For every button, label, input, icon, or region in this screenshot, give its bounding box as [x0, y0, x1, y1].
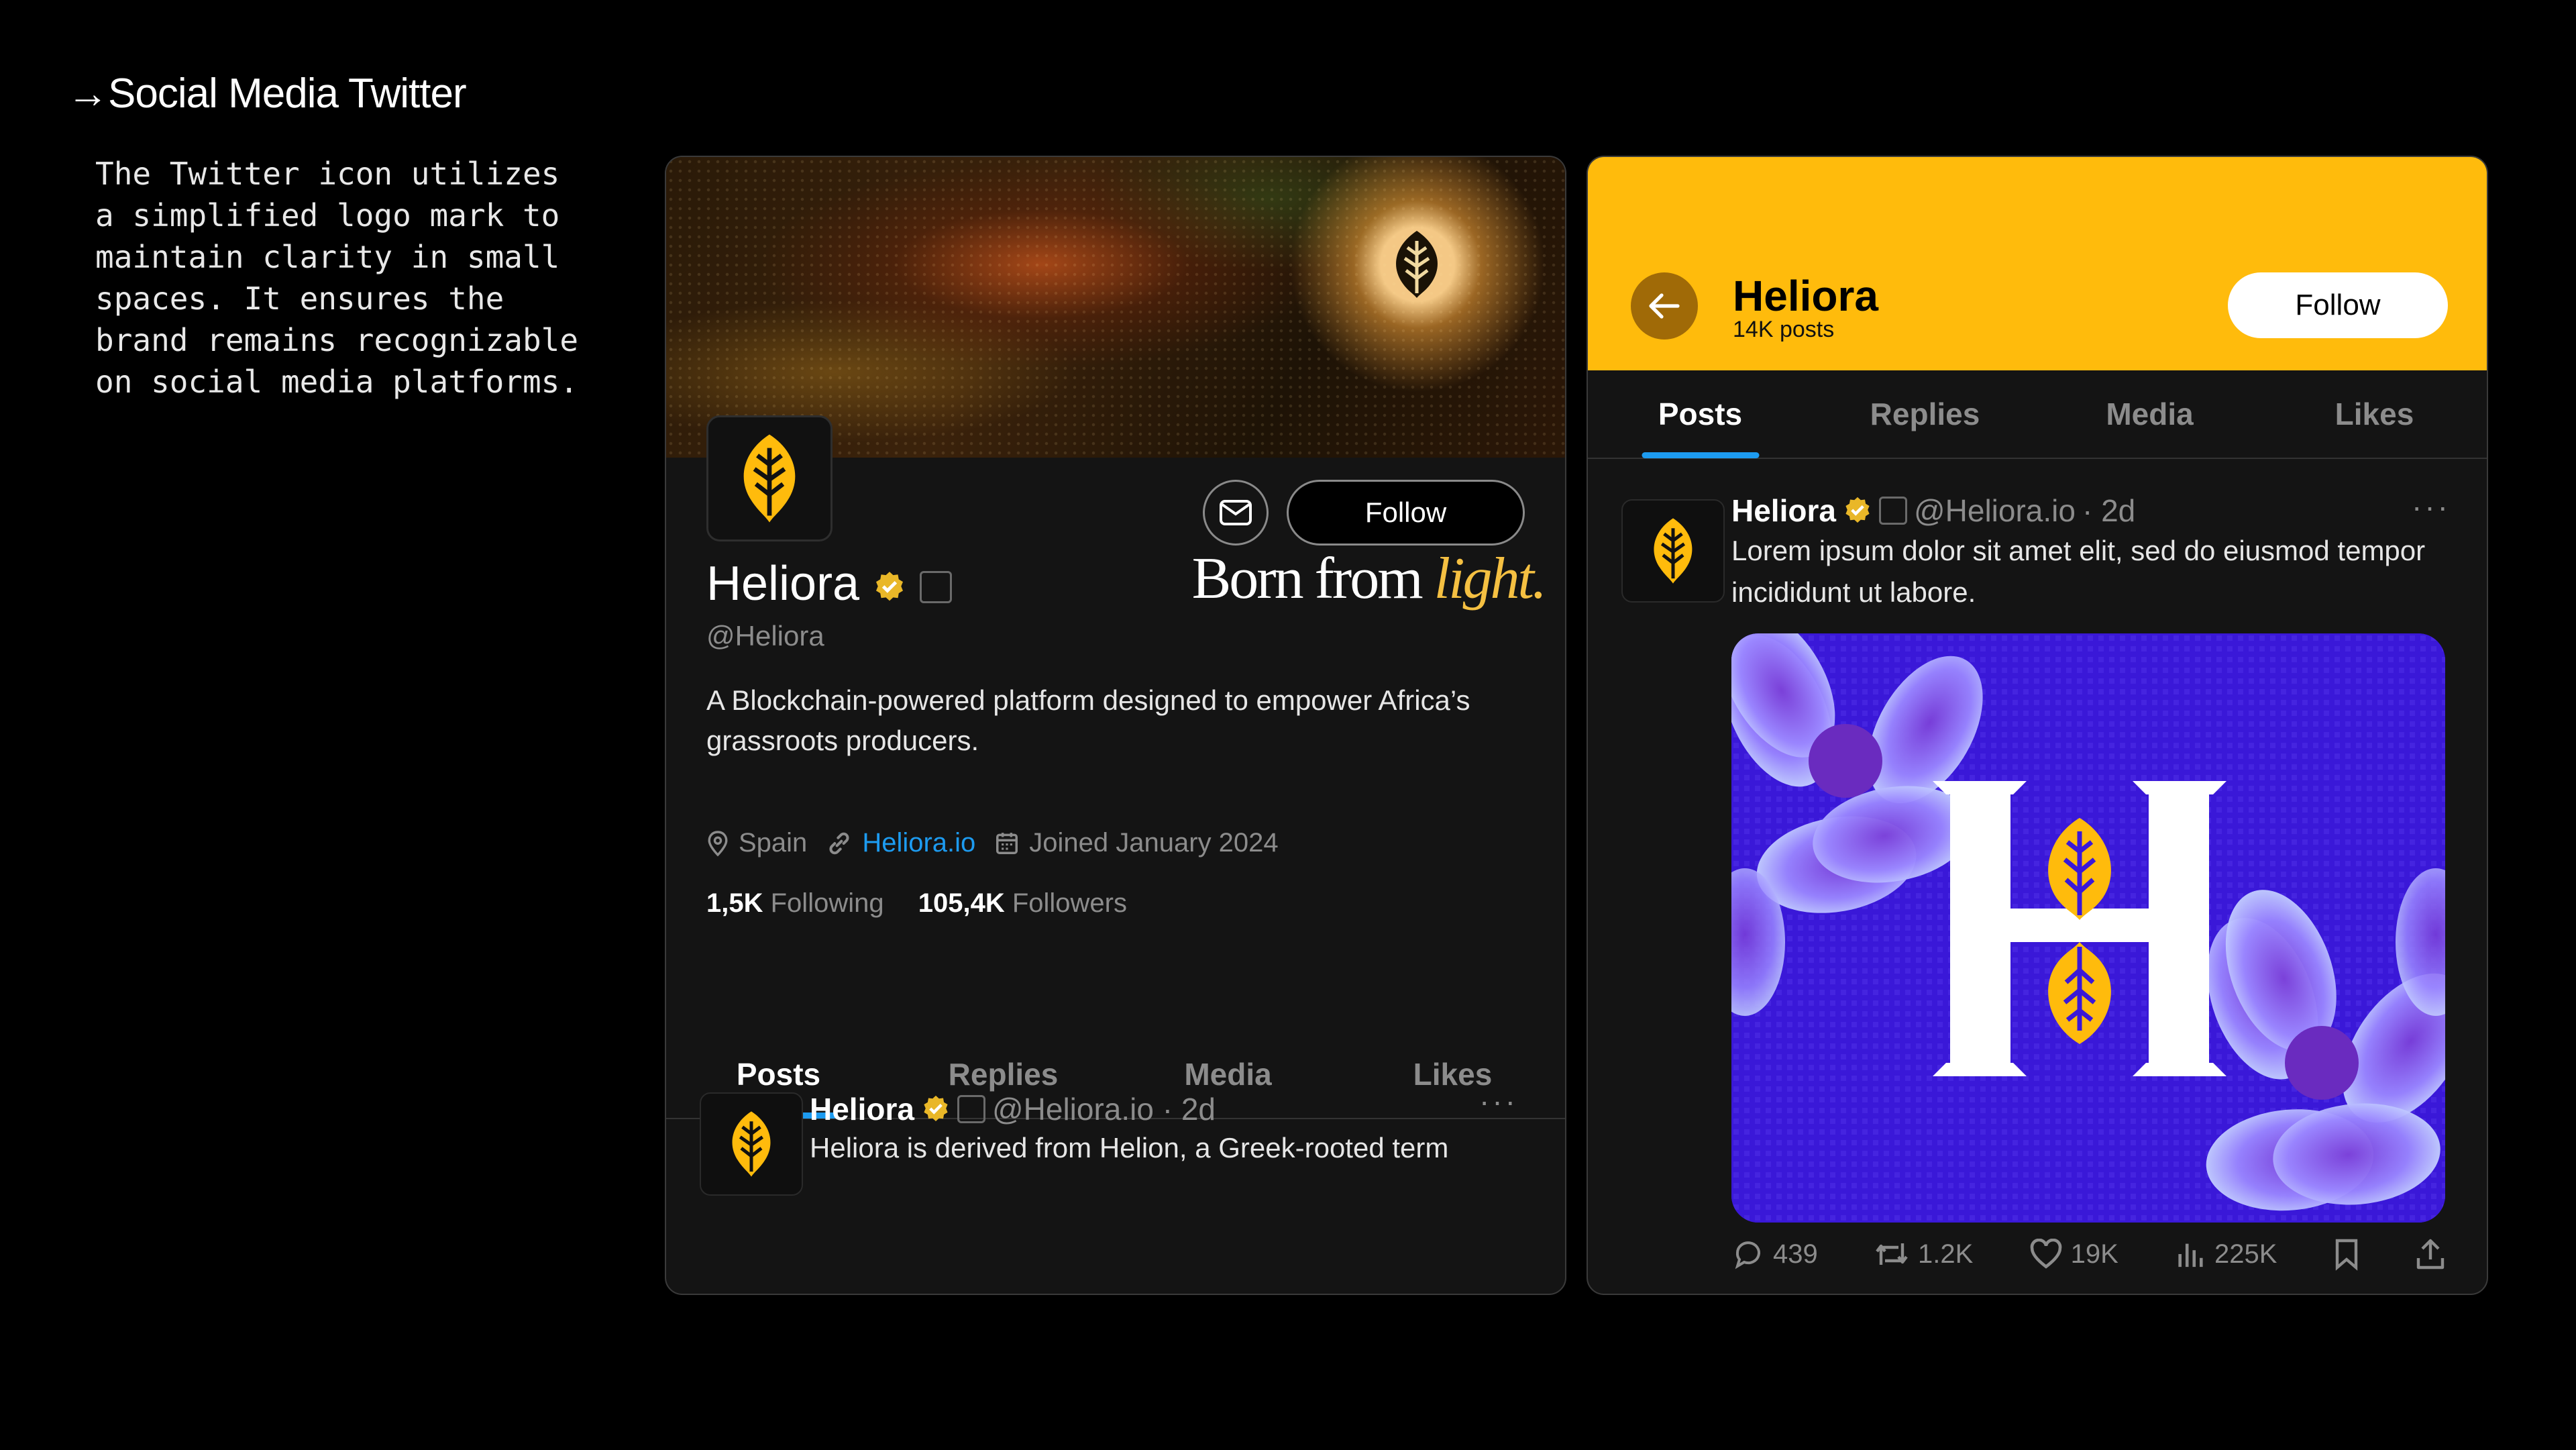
- profile-stats: 1,5K Following 105,4K Followers: [706, 888, 1127, 919]
- views-action[interactable]: 225K: [2174, 1239, 2277, 1270]
- post-text: Lorem ipsum dolor sit amet elit, sed do …: [1731, 535, 2426, 608]
- profile-joined: Joined January 2024: [1029, 828, 1279, 858]
- post-text: Heliora is derived from Helion, a Greek-…: [810, 1132, 1449, 1163]
- post-image[interactable]: [1731, 633, 2445, 1223]
- feed-header-name: Heliora: [1733, 272, 1878, 320]
- tab-media[interactable]: Media: [2037, 370, 2262, 458]
- leaf-logo-icon: [1654, 518, 1693, 584]
- back-button[interactable]: [1631, 272, 1698, 340]
- profile-name-row: Heliora: [706, 556, 953, 611]
- bookmark-action[interactable]: [2333, 1237, 2360, 1271]
- leaf-logo-icon: [743, 434, 796, 523]
- following-stat[interactable]: 1,5K Following: [706, 888, 884, 918]
- reply-count: 439: [1773, 1239, 1818, 1269]
- views-bar-chart-icon: [2178, 1243, 2203, 1267]
- feed-header-post-count: 14K posts: [1733, 317, 1835, 342]
- views-count: 225K: [2214, 1239, 2277, 1269]
- profile-avatar[interactable]: [706, 415, 833, 541]
- post-handle-time: @Heliora.io · 2d: [991, 1092, 1216, 1127]
- like-count: 19K: [2070, 1239, 2118, 1269]
- more-options-icon[interactable]: ···: [2412, 488, 2451, 525]
- profile-handle: @Heliora: [706, 620, 824, 652]
- leaf-logo-icon: [1396, 231, 1438, 298]
- share-action[interactable]: [2416, 1237, 2445, 1271]
- verified-badge-icon: [1845, 497, 1870, 523]
- more-options-icon[interactable]: ···: [1479, 1083, 1518, 1119]
- post-handle: @Heliora.io: [1913, 493, 2076, 528]
- post-avatar[interactable]: [1621, 499, 1725, 603]
- profile-banner: [666, 157, 1565, 458]
- profile-website-link[interactable]: Heliora.io: [862, 828, 975, 858]
- repost-icon: [1876, 1243, 1908, 1265]
- repost-count: 1.2K: [1918, 1239, 1974, 1269]
- profile-bio: A Blockchain-powered platform designed t…: [706, 684, 1470, 756]
- message-button[interactable]: [1203, 480, 1269, 546]
- leaf-logo-icon: [732, 1111, 771, 1177]
- profile-name: Heliora: [706, 557, 860, 611]
- verified-badge-icon: [876, 572, 904, 601]
- affiliate-checkbox: [920, 570, 953, 603]
- feed-tabs: Posts Replies Media Likes: [1588, 370, 2487, 459]
- affiliate-checkbox: [957, 1095, 985, 1123]
- feed-header: Heliora 14K posts Follow: [1588, 157, 2487, 370]
- post-avatar[interactable]: [700, 1092, 803, 1196]
- post-author[interactable]: Heliora: [810, 1091, 914, 1127]
- envelope-icon: [1220, 500, 1252, 525]
- verified-badge-icon: [924, 1095, 948, 1121]
- location-pin-icon: [708, 830, 728, 856]
- like-action[interactable]: 19K: [2029, 1239, 2118, 1270]
- post-time: · 2d: [2082, 493, 2136, 528]
- follow-button[interactable]: Follow: [1287, 480, 1525, 546]
- post-header: Heliora @Heliora.io · 2d: [810, 1091, 1216, 1127]
- tab-likes[interactable]: Likes: [2262, 370, 2487, 458]
- share-upload-icon: [2416, 1239, 2445, 1270]
- section-description: The Twitter icon utilizes a simplified l…: [95, 156, 579, 400]
- link-icon: [829, 832, 849, 854]
- feed-card: Heliora 14K posts Follow Posts Replies M…: [1587, 156, 2488, 1295]
- repost-action[interactable]: 1.2K: [1874, 1238, 1973, 1270]
- calendar-icon: [996, 832, 1018, 854]
- tab-replies[interactable]: Replies: [1813, 370, 2037, 458]
- tab-likes[interactable]: Likes: [1340, 1031, 1565, 1118]
- heliora-h-artwork: [1731, 633, 2445, 1223]
- bookmark-icon: [2335, 1239, 2357, 1271]
- heart-icon: [2030, 1239, 2061, 1269]
- reply-action[interactable]: 439: [1731, 1238, 1818, 1270]
- banner-tagline: Born from light.: [1191, 546, 1547, 611]
- section-title: →Social Media Twitter: [67, 70, 467, 117]
- profile-location: Spain: [739, 828, 808, 858]
- profile-card: Born from light. Follow Heliora @Heliora…: [665, 156, 1566, 1295]
- post-author[interactable]: Heliora: [1731, 493, 1836, 529]
- follow-button[interactable]: Follow: [2228, 272, 2448, 338]
- arrow-left-icon: [1649, 293, 1680, 319]
- profile-meta: Spain Heliora.io Joined January 2024: [706, 828, 1279, 858]
- post-actions: 439 1.2K 19K 225K: [1731, 1224, 2445, 1284]
- followers-stat[interactable]: 105,4K Followers: [918, 888, 1127, 918]
- tab-posts[interactable]: Posts: [1588, 370, 1813, 458]
- affiliate-checkbox: [1878, 497, 1907, 525]
- post-header: Heliora @Heliora.io · 2d: [1731, 493, 2135, 529]
- reply-bubble-icon: [1735, 1241, 1760, 1270]
